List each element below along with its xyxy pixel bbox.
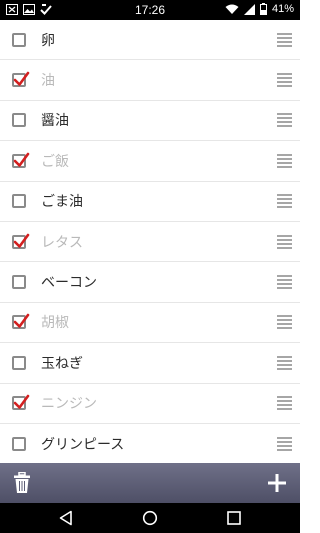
home-icon[interactable] <box>142 510 158 526</box>
status-system-icons: 41% <box>225 3 294 15</box>
list-item[interactable]: 油 <box>0 60 300 101</box>
status-bar: 17:26 41% <box>0 0 300 20</box>
drag-handle-icon[interactable] <box>277 32 292 47</box>
back-icon[interactable] <box>58 510 74 526</box>
drag-handle-icon[interactable] <box>277 396 292 411</box>
check-mark-icon <box>13 233 30 248</box>
item-label: ご飯 <box>41 153 69 170</box>
item-label: 玉ねぎ <box>41 355 83 372</box>
item-checkbox[interactable] <box>12 233 30 249</box>
list-item[interactable]: グリンピース <box>0 424 300 465</box>
list-item[interactable]: ご飯 <box>0 141 300 182</box>
check-mark-icon <box>13 394 30 410</box>
wifi-icon <box>225 4 239 14</box>
item-checkbox[interactable] <box>12 275 26 290</box>
list-item[interactable]: ベーコン <box>0 262 300 303</box>
item-label: 醤油 <box>41 113 69 130</box>
item-label: ベーコン <box>41 275 97 292</box>
action-bar <box>0 463 300 503</box>
trash-icon <box>14 471 30 493</box>
battery-percent: 41% <box>271 3 294 15</box>
drag-handle-icon[interactable] <box>277 275 292 290</box>
check-mark-icon <box>13 314 30 329</box>
list-item[interactable]: ニンジン <box>0 384 300 424</box>
item-checkbox[interactable] <box>12 194 26 209</box>
plus-icon <box>268 474 286 492</box>
item-label: ニンジン <box>41 396 97 413</box>
delete-checked-button[interactable] <box>12 471 32 494</box>
item-checkbox[interactable] <box>12 394 30 411</box>
recents-icon[interactable] <box>226 510 242 526</box>
list-item[interactable]: レタス <box>0 222 300 263</box>
item-checkbox[interactable] <box>12 436 26 451</box>
item-checkbox[interactable] <box>12 152 30 168</box>
drag-handle-icon[interactable] <box>277 73 292 88</box>
list-item[interactable]: 卵 <box>0 20 300 61</box>
drag-handle-icon[interactable] <box>277 234 292 249</box>
item-label: 胡椒 <box>41 315 69 332</box>
item-checkbox[interactable] <box>12 113 26 128</box>
drag-handle-icon[interactable] <box>277 194 292 209</box>
item-checkbox[interactable] <box>12 314 30 330</box>
signal-icon <box>243 3 255 15</box>
battery-icon <box>259 3 267 15</box>
drag-handle-icon[interactable] <box>277 153 292 168</box>
add-item-button[interactable] <box>266 472 288 494</box>
list-item[interactable]: ごま油 <box>0 182 300 222</box>
list-item[interactable]: 醤油 <box>0 101 300 142</box>
drag-handle-icon[interactable] <box>277 355 292 370</box>
navigation-bar <box>0 503 300 533</box>
item-checkbox[interactable] <box>12 32 26 47</box>
item-label: グリンピース <box>41 436 125 453</box>
drag-handle-icon[interactable] <box>277 315 292 330</box>
check-mark-icon <box>13 152 30 167</box>
item-label: ごま油 <box>41 194 83 211</box>
list-item[interactable]: 玉ねぎ <box>0 343 300 384</box>
shopping-list: 卵油醤油ご飯ごま油レタスベーコン胡椒玉ねぎニンジングリンピース <box>0 20 300 465</box>
drag-handle-icon[interactable] <box>277 113 292 128</box>
check-mark-icon <box>13 71 30 86</box>
item-label: レタス <box>41 234 83 251</box>
item-checkbox[interactable] <box>12 355 26 370</box>
item-label: 油 <box>41 73 55 90</box>
item-label: 卵 <box>41 32 55 49</box>
item-checkbox[interactable] <box>12 71 30 88</box>
list-item[interactable]: 胡椒 <box>0 303 300 344</box>
drag-handle-icon[interactable] <box>277 436 292 451</box>
